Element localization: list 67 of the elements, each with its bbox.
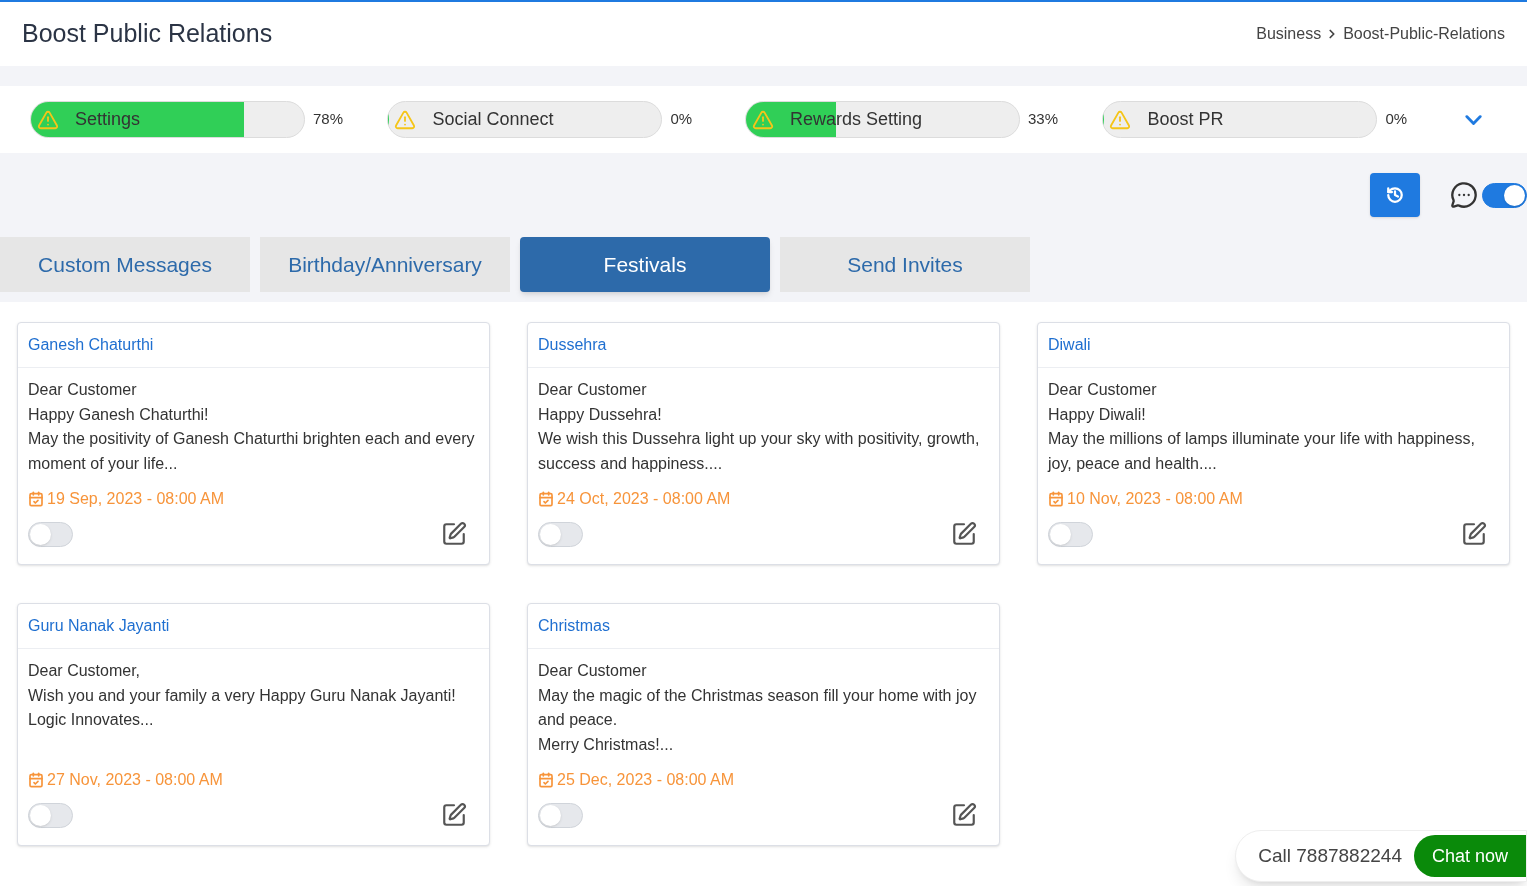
- message-line: May the positivity of Ganesh Chaturthi brighten each and every moment of your life...: [28, 429, 476, 474]
- progress-percent: 33%: [1027, 109, 1058, 130]
- card-title[interactable]: Dussehra: [538, 333, 607, 357]
- schedule-date: 27 Nov, 2023 - 08:00 AM: [47, 770, 223, 790]
- calendar-icon: [538, 491, 554, 507]
- page-title: Boost Public Relations: [22, 18, 273, 50]
- warning-icon: [751, 108, 774, 131]
- edit-icon[interactable]: [951, 802, 977, 828]
- breadcrumb-item[interactable]: Business: [1256, 22, 1322, 46]
- edit-icon[interactable]: [441, 802, 467, 828]
- card-toggle[interactable]: [28, 521, 73, 547]
- calendar-icon: [1048, 491, 1064, 507]
- message-line: Dear Customer: [28, 380, 138, 400]
- chat-toggle[interactable]: [1482, 182, 1527, 208]
- card-toggle[interactable]: [538, 802, 583, 828]
- schedule-date: 19 Sep, 2023 - 08:00 AM: [47, 489, 224, 509]
- calendar-icon: [28, 491, 44, 507]
- message-line: Happy Ganesh Chaturthi!: [28, 404, 210, 425]
- edit-icon[interactable]: [1461, 521, 1487, 547]
- tab[interactable]: Festivals: [520, 237, 770, 292]
- message-line: Logic Innovates...: [28, 710, 155, 730]
- message-line: Merry Christmas!...: [538, 734, 675, 755]
- progress-track[interactable]: Settings: [30, 101, 305, 138]
- card-toggle[interactable]: [28, 802, 73, 828]
- progress-label: Boost PR: [1147, 108, 1224, 131]
- card-title[interactable]: Diwali: [1048, 333, 1091, 357]
- message-line: Dear Customer: [538, 380, 648, 400]
- warning-icon: [1109, 108, 1132, 131]
- progress-percent: 0%: [670, 109, 693, 130]
- warning-icon: [37, 108, 59, 131]
- breadcrumb-item[interactable]: Boost-Public-Relations: [1343, 22, 1505, 46]
- history-button[interactable]: [1370, 173, 1420, 217]
- tab[interactable]: Send Invites: [780, 237, 1030, 292]
- edit-icon[interactable]: [441, 521, 467, 547]
- progress-label: Social Connect: [432, 108, 554, 131]
- card-title[interactable]: Ganesh Chaturthi: [28, 333, 154, 357]
- warning-icon: [394, 108, 417, 131]
- chat-now-button[interactable]: Chat now: [1413, 835, 1526, 877]
- message-line: Happy Diwali!: [1048, 404, 1147, 425]
- progress-track[interactable]: Boost PR: [1102, 101, 1378, 138]
- message-line: Dear Customer,: [28, 661, 142, 681]
- card-title[interactable]: Christmas: [538, 614, 610, 638]
- message-line: May the magic of the Christmas season fill your home with joy and peace.: [538, 685, 978, 730]
- calendar-icon: [28, 772, 44, 788]
- progress-percent: 0%: [1385, 109, 1408, 130]
- card-toggle[interactable]: [538, 521, 583, 547]
- chat-bubble-icon: [1450, 181, 1478, 209]
- message-line: Wish you and your family a very Happy Guru Nanak Jayanti!: [28, 685, 457, 706]
- edit-icon[interactable]: [951, 521, 977, 547]
- calendar-icon: [538, 772, 554, 788]
- schedule-date: 10 Nov, 2023 - 08:00 AM: [1067, 489, 1243, 509]
- progress-label: Settings: [75, 108, 141, 131]
- progress-track[interactable]: Social Connect: [387, 101, 663, 138]
- message-line: May the millions of lamps illuminate your life with happiness, joy, peace and health....: [1048, 429, 1476, 474]
- tab[interactable]: Custom Messages: [0, 237, 250, 292]
- tab[interactable]: Birthday/Anniversary: [260, 237, 510, 292]
- call-number[interactable]: Call 7887882244: [1258, 841, 1402, 871]
- message-line: We wish this Dussehra light up your sky with positivity, growth, success and happiness....: [538, 429, 981, 474]
- message-line: Dear Customer: [538, 661, 648, 681]
- schedule-date: 24 Oct, 2023 - 08:00 AM: [557, 489, 731, 509]
- history-icon: [1386, 186, 1404, 204]
- card-toggle[interactable]: [1048, 521, 1093, 547]
- card-title[interactable]: Guru Nanak Jayanti: [28, 614, 170, 638]
- message-line: Dear Customer: [1048, 380, 1158, 400]
- schedule-date: 25 Dec, 2023 - 08:00 AM: [557, 770, 734, 790]
- message-line: Happy Dussehra!: [538, 404, 663, 425]
- progress-percent: 78%: [313, 109, 344, 130]
